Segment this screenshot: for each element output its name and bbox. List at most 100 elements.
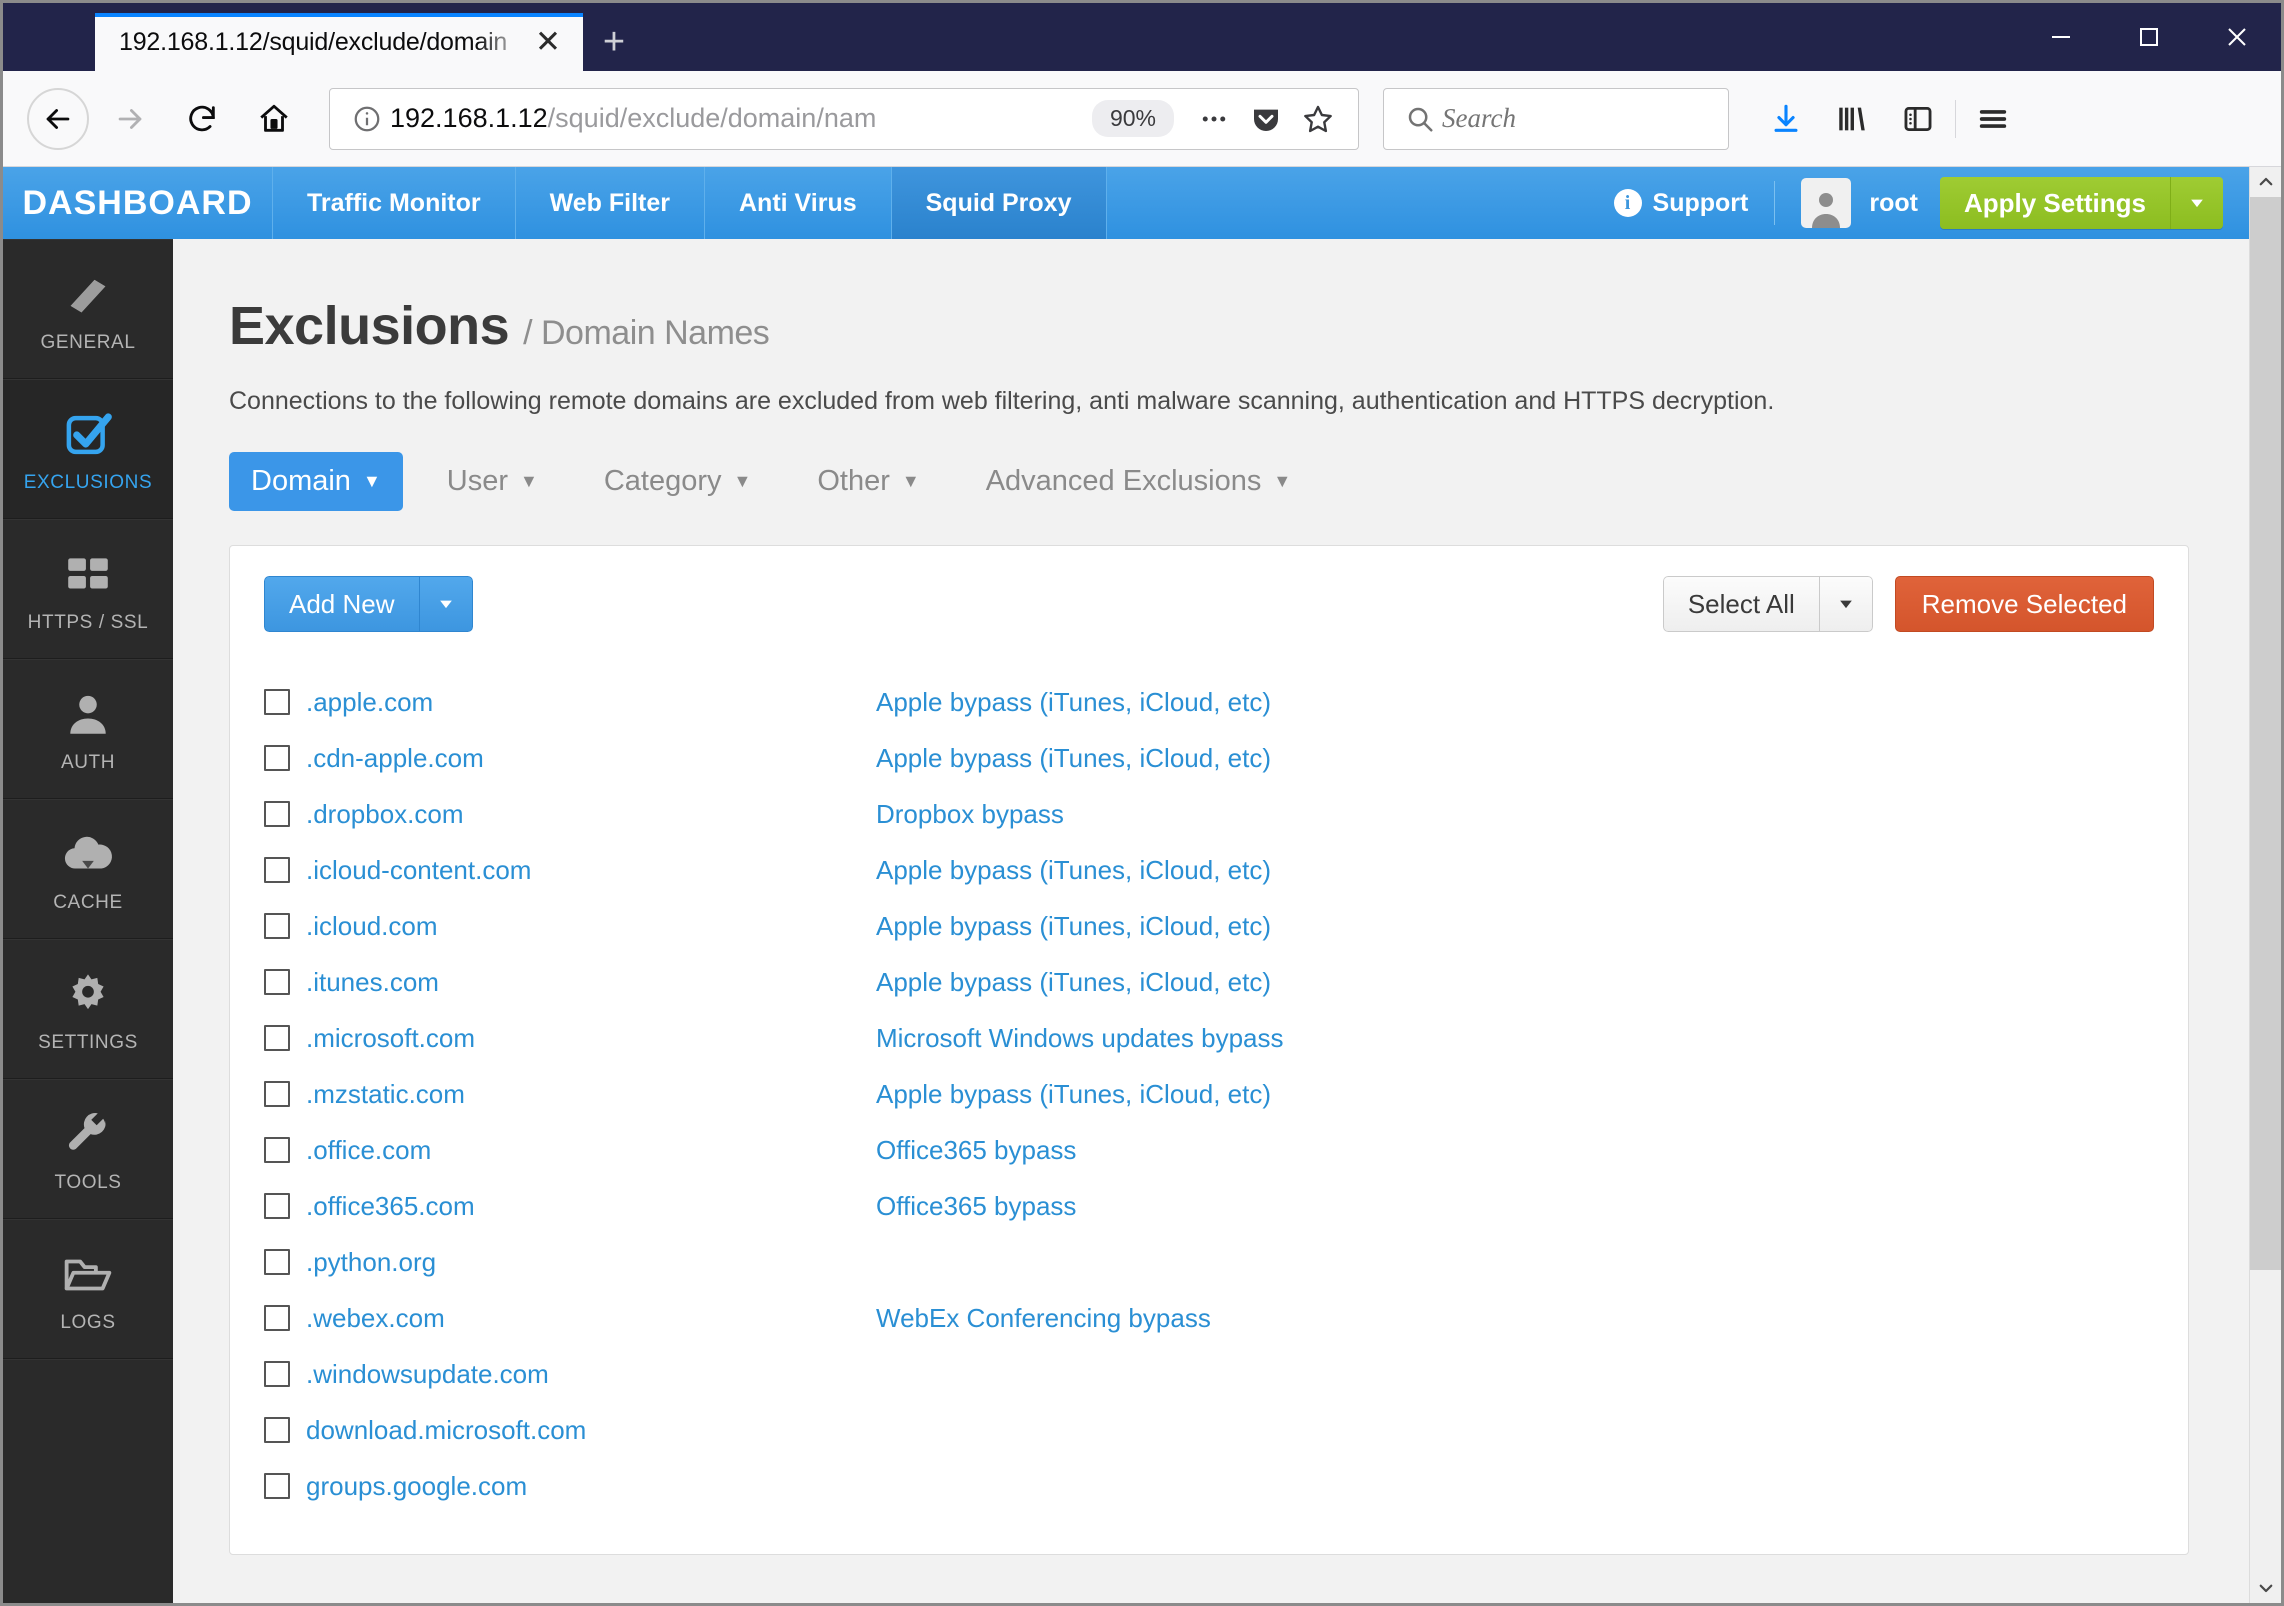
close-tab-icon[interactable]: ✕ (527, 21, 569, 63)
row-checkbox[interactable] (264, 1081, 290, 1107)
tab-other[interactable]: Other ▼ (795, 452, 941, 511)
domain-name[interactable]: .icloud.com (306, 911, 438, 942)
table-row[interactable]: groups.google.com (264, 1458, 2154, 1514)
select-all-label[interactable]: Select All (1662, 576, 1819, 632)
pocket-icon[interactable] (1240, 103, 1292, 135)
nav-item-web-filter[interactable]: Web Filter (516, 167, 705, 239)
domain-description[interactable]: Apple bypass (iTunes, iCloud, etc) (876, 855, 1271, 886)
row-checkbox[interactable] (264, 857, 290, 883)
domain-description[interactable]: Microsoft Windows updates bypass (876, 1023, 1284, 1054)
sidebar-item-exclusions[interactable]: EXCLUSIONS (3, 379, 173, 519)
table-row[interactable]: .icloud-content.com Apple bypass (iTunes… (264, 842, 2154, 898)
table-row[interactable]: .icloud.com Apple bypass (iTunes, iCloud… (264, 898, 2154, 954)
page-info-icon[interactable] (344, 104, 390, 134)
scroll-down-icon[interactable] (2250, 1573, 2281, 1603)
row-checkbox[interactable] (264, 1361, 290, 1387)
sidebar-item-settings[interactable]: SETTINGS (3, 939, 173, 1079)
sidebar-item-cache[interactable]: CACHE (3, 799, 173, 939)
table-row[interactable]: .cdn-apple.com Apple bypass (iTunes, iCl… (264, 730, 2154, 786)
row-checkbox[interactable] (264, 689, 290, 715)
sidebar-item-auth[interactable]: AUTH (3, 659, 173, 799)
apply-settings-chevron-down-icon[interactable] (2171, 177, 2223, 229)
table-row[interactable]: .itunes.com Apple bypass (iTunes, iCloud… (264, 954, 2154, 1010)
table-row[interactable]: .office365.com Office365 bypass (264, 1178, 2154, 1234)
domain-name[interactable]: .dropbox.com (306, 799, 464, 830)
tab-user[interactable]: User ▼ (425, 452, 560, 511)
new-tab-icon[interactable]: + (583, 13, 645, 71)
domain-description[interactable]: Apple bypass (iTunes, iCloud, etc) (876, 687, 1271, 718)
search-input[interactable] (1442, 103, 1767, 134)
table-row[interactable]: .office.com Office365 bypass (264, 1122, 2154, 1178)
domain-name[interactable]: .windowsupdate.com (306, 1359, 549, 1390)
domain-name[interactable]: .icloud-content.com (306, 855, 531, 886)
maximize-icon[interactable] (2105, 9, 2193, 65)
domain-description[interactable]: WebEx Conferencing bypass (876, 1303, 1211, 1334)
reload-icon[interactable] (171, 88, 233, 150)
table-row[interactable]: .dropbox.com Dropbox bypass (264, 786, 2154, 842)
table-row[interactable]: .python.org (264, 1234, 2154, 1290)
domain-name[interactable]: .mzstatic.com (306, 1079, 465, 1110)
domain-description[interactable]: Apple bypass (iTunes, iCloud, etc) (876, 743, 1271, 774)
sidebar-item-logs[interactable]: LOGS (3, 1219, 173, 1359)
table-row[interactable]: download.microsoft.com (264, 1402, 2154, 1458)
hamburger-menu-icon[interactable] (1960, 88, 2026, 150)
domain-name[interactable]: .webex.com (306, 1303, 445, 1334)
sidebar-item-tools[interactable]: TOOLS (3, 1079, 173, 1219)
library-icon[interactable] (1819, 88, 1885, 150)
browser-search-box[interactable] (1383, 87, 1767, 150)
row-checkbox[interactable] (264, 1305, 290, 1331)
domain-name[interactable]: download.microsoft.com (306, 1415, 586, 1446)
sidebar-toggle-icon[interactable] (1885, 88, 1951, 150)
add-new-label[interactable]: Add New (264, 576, 419, 632)
apply-settings-button[interactable]: Apply Settings (1939, 177, 2223, 229)
page-scrollbar[interactable] (2249, 167, 2281, 1603)
scrollbar-track[interactable] (2250, 197, 2281, 1573)
downloads-icon[interactable] (1753, 88, 1819, 150)
domain-name[interactable]: .cdn-apple.com (306, 743, 484, 774)
row-checkbox[interactable] (264, 1193, 290, 1219)
row-checkbox[interactable] (264, 1417, 290, 1443)
add-new-chevron-down-icon[interactable] (418, 576, 473, 632)
select-all-button[interactable]: Select All (1662, 576, 1873, 632)
table-row[interactable]: .microsoft.com Microsoft Windows updates… (264, 1010, 2154, 1066)
domain-name[interactable]: .office.com (306, 1135, 431, 1166)
table-row[interactable]: .apple.com Apple bypass (iTunes, iCloud,… (264, 674, 2154, 730)
apply-settings-label[interactable]: Apply Settings (1939, 177, 2171, 229)
scroll-up-icon[interactable] (2250, 167, 2281, 197)
tab-domain[interactable]: Domain ▼ (229, 452, 403, 511)
table-row[interactable]: .windowsupdate.com (264, 1346, 2154, 1402)
domain-name[interactable]: groups.google.com (306, 1471, 527, 1502)
row-checkbox[interactable] (264, 745, 290, 771)
domain-description[interactable]: Apple bypass (iTunes, iCloud, etc) (876, 1079, 1271, 1110)
row-checkbox[interactable] (264, 1025, 290, 1051)
nav-item-anti-virus[interactable]: Anti Virus (705, 167, 892, 239)
domain-description[interactable]: Apple bypass (iTunes, iCloud, etc) (876, 911, 1271, 942)
domain-name[interactable]: .microsoft.com (306, 1023, 475, 1054)
nav-item-squid-proxy[interactable]: Squid Proxy (891, 167, 1107, 239)
domain-description[interactable]: Office365 bypass (876, 1135, 1076, 1166)
sidebar-item-https-ssl[interactable]: HTTPS / SSL (3, 519, 173, 659)
browser-tab[interactable]: 192.168.1.12/squid/exclude/domain ✕ (95, 13, 583, 71)
tab-advanced-exclusions[interactable]: Advanced Exclusions ▼ (964, 452, 1313, 511)
domain-description[interactable]: Dropbox bypass (876, 799, 1064, 830)
row-checkbox[interactable] (264, 913, 290, 939)
domain-description[interactable]: Apple bypass (iTunes, iCloud, etc) (876, 967, 1271, 998)
table-row[interactable]: .webex.com WebEx Conferencing bypass (264, 1290, 2154, 1346)
row-checkbox[interactable] (264, 1473, 290, 1499)
home-icon[interactable] (243, 88, 305, 150)
url-text[interactable]: 192.168.1.12/squid/exclude/domain/nam (390, 103, 1078, 134)
support-link[interactable]: i Support (1613, 189, 1748, 218)
nav-item-traffic-monitor[interactable]: Traffic Monitor (273, 167, 516, 239)
close-window-icon[interactable] (2193, 9, 2281, 65)
sidebar-item-general[interactable]: GENERAL (3, 239, 173, 379)
domain-name[interactable]: .itunes.com (306, 967, 439, 998)
domain-name[interactable]: .apple.com (306, 687, 433, 718)
add-new-button[interactable]: Add New (264, 576, 473, 632)
domain-name[interactable]: .office365.com (306, 1191, 475, 1222)
row-checkbox[interactable] (264, 969, 290, 995)
remove-selected-button[interactable]: Remove Selected (1894, 576, 2154, 632)
domain-description[interactable]: Office365 bypass (876, 1191, 1076, 1222)
tab-category[interactable]: Category ▼ (582, 452, 774, 511)
domain-name[interactable]: .python.org (306, 1247, 436, 1278)
row-checkbox[interactable] (264, 1137, 290, 1163)
